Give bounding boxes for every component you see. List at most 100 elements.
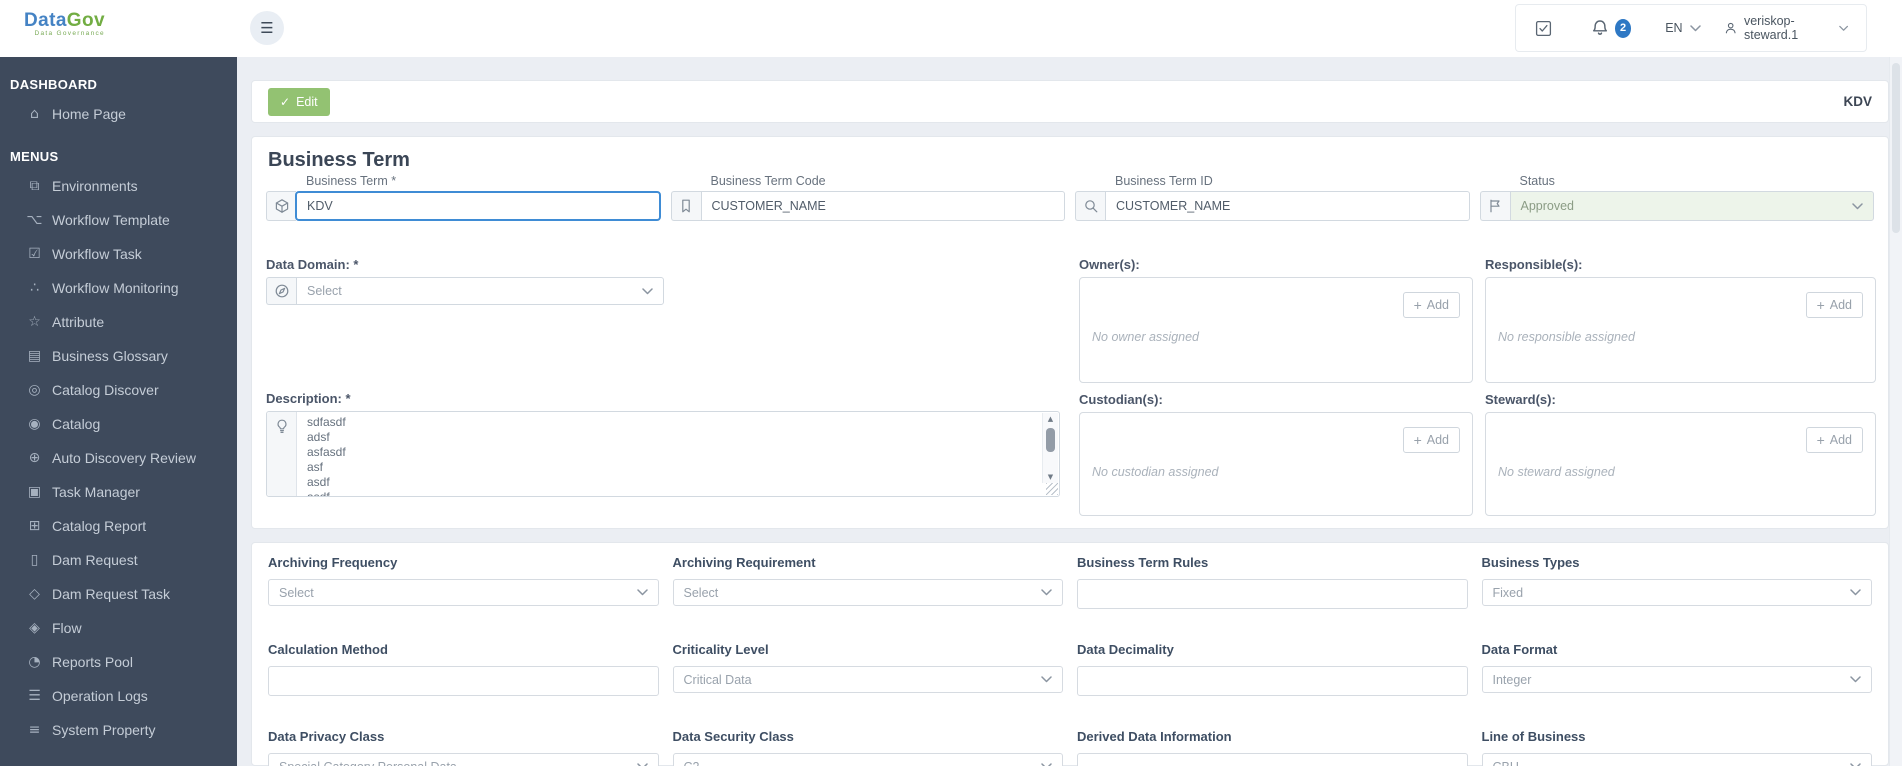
- scrollbar-thumb[interactable]: [1046, 428, 1055, 452]
- chevron-down-icon: [636, 589, 648, 596]
- sidebar-item-home-page[interactable]: ⌂ Home Page: [0, 97, 237, 131]
- business-term-code-label: Business Term Code: [710, 174, 826, 188]
- criticality-level-select[interactable]: Critical Data: [672, 666, 1063, 693]
- sidebar-item-label: Dam Request Task: [52, 586, 171, 602]
- business-term-id-input[interactable]: CUSTOMER_NAME: [1105, 191, 1470, 221]
- sidebar-item-operation-logs[interactable]: ☰ Operation Logs: [0, 679, 237, 713]
- scroll-up-icon[interactable]: ▲: [1043, 415, 1058, 423]
- workflow-task-icon: ☑: [28, 246, 41, 262]
- business-term-code-input[interactable]: CUSTOMER_NAME: [700, 191, 1065, 221]
- sidebar-item-auto-discovery-review[interactable]: ⊕ Auto Discovery Review: [0, 441, 237, 475]
- check-icon: ✓: [280, 94, 291, 109]
- owners-box: + Add No owner assigned: [1079, 277, 1473, 383]
- details-field-data-security-class: Data Security Class C2: [672, 729, 1063, 766]
- page-scrollbar[interactable]: [1889, 57, 1902, 766]
- sidebar-item-business-glossary[interactable]: ▤ Business Glossary: [0, 339, 237, 373]
- textarea-scrollbar[interactable]: ▲ ▼: [1042, 413, 1058, 483]
- scroll-down-icon[interactable]: ▼: [1043, 473, 1058, 481]
- sidebar-item-environments[interactable]: ⧉ Environments: [0, 169, 237, 203]
- business-types-select[interactable]: Fixed: [1481, 579, 1872, 606]
- sidebar-item-flow[interactable]: ◈ Flow: [0, 611, 237, 645]
- business-term-card: Business Term Business Term * KDV Busine…: [251, 136, 1889, 529]
- compass-icon: [266, 277, 296, 305]
- chevron-down-icon: [1852, 202, 1863, 209]
- data-security-class-select[interactable]: C2: [672, 753, 1063, 766]
- archiving-requirement-select[interactable]: Select: [672, 579, 1063, 606]
- archiving-frequency-select[interactable]: Select: [268, 579, 659, 606]
- page-scrollbar-thumb[interactable]: [1892, 63, 1900, 233]
- hamburger-menu-button[interactable]: ☰: [250, 11, 284, 45]
- custodians-box: + Add No custodian assigned: [1079, 412, 1473, 516]
- sidebar-item-workflow-monitoring[interactable]: ∴ Workflow Monitoring: [0, 271, 237, 305]
- add-steward-button[interactable]: + Add: [1805, 427, 1863, 453]
- sidebar-item-dam-request-task[interactable]: ◇ Dam Request Task: [0, 577, 237, 611]
- add-owner-button[interactable]: + Add: [1402, 292, 1460, 318]
- data-format-select[interactable]: Integer: [1481, 666, 1872, 693]
- sidebar-item-label: Dam Request: [52, 552, 138, 568]
- custodians-empty-text: No custodian assigned: [1092, 465, 1219, 479]
- details-field-derived-data-information: Derived Data Information: [1077, 729, 1468, 766]
- business-term-input[interactable]: KDV: [295, 191, 661, 221]
- sidebar-item-catalog-report[interactable]: ⊞ Catalog Report: [0, 509, 237, 543]
- flag-icon: [1479, 191, 1510, 221]
- sidebar-section-menus: MENUS ⧉ Environments ⌥ Workflow Template ☑ Wor…: [0, 143, 237, 747]
- select-value: Select: [279, 585, 314, 600]
- calculation-method-input[interactable]: [268, 666, 659, 696]
- field-business-term: Business Term * KDV: [266, 174, 661, 221]
- status-label: Status: [1519, 174, 1555, 188]
- details-field-archiving-requirement: Archiving Requirement Select: [672, 555, 1063, 609]
- catalog-discover-icon: ◎: [28, 382, 41, 398]
- edit-button[interactable]: ✓ Edit: [268, 87, 330, 116]
- system-property-icon: ≡: [28, 722, 41, 738]
- data-privacy-class-select[interactable]: Special Category Personal Data: [268, 753, 659, 766]
- notifications-bell-icon[interactable]: [1591, 19, 1609, 37]
- details-field-archiving-frequency: Archiving Frequency Select: [268, 555, 659, 609]
- page-reference: KDV: [1843, 94, 1872, 109]
- business-term-rules-input[interactable]: [1077, 579, 1468, 609]
- line-of-business-select[interactable]: CBU: [1481, 753, 1872, 766]
- plus-icon: +: [1413, 432, 1422, 448]
- sidebar-item-label: Workflow Task: [52, 246, 142, 262]
- data-domain-select[interactable]: Select: [296, 277, 664, 305]
- task-manager-icon: ▣: [27, 484, 42, 500]
- sidebar-item-workflow-template[interactable]: ⌥ Workflow Template: [0, 203, 237, 237]
- toolbar-card: ✓ Edit KDV: [251, 80, 1889, 123]
- details-field-label: Criticality Level: [672, 642, 769, 657]
- sidebar-item-catalog[interactable]: ◉ Catalog: [0, 407, 237, 441]
- add-custodian-button[interactable]: + Add: [1402, 427, 1460, 453]
- sidebar-item-reports-pool[interactable]: ◔ Reports Pool: [0, 645, 237, 679]
- catalog-icon: ◉: [28, 416, 41, 432]
- user-menu[interactable]: veriskop-steward.1: [1724, 14, 1848, 42]
- notification-count-badge[interactable]: 2: [1615, 18, 1632, 38]
- add-responsible-button[interactable]: + Add: [1805, 292, 1863, 318]
- derived-data-information-input[interactable]: [1077, 753, 1468, 766]
- custodians-section: Custodian(s): + Add No custodian assigned: [1079, 392, 1473, 516]
- sidebar-item-label: Business Glossary: [52, 348, 168, 364]
- tasks-check-square-icon[interactable]: [1534, 19, 1553, 38]
- sidebar-item-label: Workflow Template: [52, 212, 170, 228]
- resize-grip[interactable]: [1046, 483, 1058, 495]
- sidebar-item-label: Auto Discovery Review: [52, 450, 196, 466]
- sidebar-item-system-property[interactable]: ≡ System Property: [0, 713, 237, 747]
- select-value: CBU: [1493, 760, 1519, 766]
- status-select[interactable]: Approved: [1509, 191, 1874, 221]
- sidebar-item-attribute[interactable]: ☆ Attribute: [0, 305, 237, 339]
- sidebar-item-label: Catalog: [52, 416, 101, 432]
- operation-logs-icon: ☰: [28, 688, 41, 704]
- language-selector[interactable]: EN: [1665, 21, 1701, 35]
- description-textarea[interactable]: sdfasdfadsfasfasdfasfasdfasdf ▲ ▼: [266, 411, 1060, 497]
- sidebar-item-label: Environments: [52, 178, 138, 194]
- details-field-label: Data Format: [1481, 642, 1558, 657]
- sidebar-item-workflow-task[interactable]: ☑ Workflow Task: [0, 237, 237, 271]
- flow-icon: ◈: [29, 620, 40, 636]
- sidebar-item-dam-request[interactable]: ▯ Dam Request: [0, 543, 237, 577]
- home-icon: ⌂: [30, 106, 39, 122]
- sidebar-item-catalog-discover[interactable]: ◎ Catalog Discover: [0, 373, 237, 407]
- stewards-label: Steward(s):: [1485, 392, 1556, 407]
- description-text: sdfasdfadsfasfasdfasfasdfasdf: [307, 415, 346, 496]
- sidebar-item-task-manager[interactable]: ▣ Task Manager: [0, 475, 237, 509]
- data-decimality-input[interactable]: [1077, 666, 1468, 696]
- details-field-business-term-rules: Business Term Rules: [1077, 555, 1468, 609]
- environments-icon: ⧉: [29, 178, 40, 194]
- select-value: Special Category Personal Data: [279, 760, 457, 766]
